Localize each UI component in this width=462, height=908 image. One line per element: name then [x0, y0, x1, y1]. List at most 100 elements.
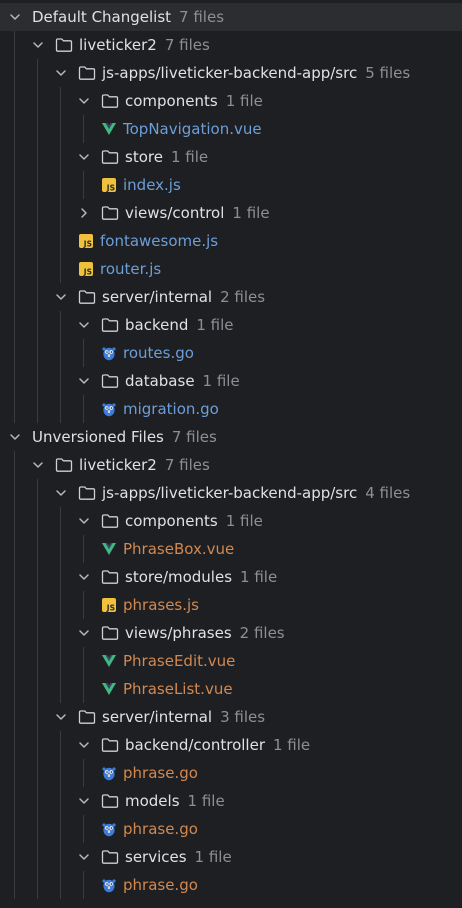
tree-folder[interactable]: liveticker2 7 files	[0, 31, 462, 59]
vue-file-icon	[101, 681, 117, 697]
javascript-file-icon: JS	[78, 233, 94, 249]
go-gopher-icon	[101, 765, 117, 781]
go-gopher-icon	[101, 821, 117, 837]
file-count: 1 file	[170, 148, 209, 166]
file-count: 1 file	[187, 792, 225, 810]
file-count: 1 file	[202, 372, 240, 390]
chevron-down-icon[interactable]	[31, 458, 45, 472]
file-count: 7 files	[164, 456, 210, 474]
file-count: 5 files	[365, 64, 411, 82]
tree-file[interactable]: phrase.go	[0, 815, 462, 843]
tree-file[interactable]: JS fontawesome.js	[0, 227, 462, 255]
folder-label: backend/controller	[125, 736, 265, 754]
tree-folder[interactable]: services 1 file	[0, 843, 462, 871]
tree-file[interactable]: phrase.go	[0, 871, 462, 899]
tree-file[interactable]: phrase.go	[0, 759, 462, 787]
folder-label: models	[125, 792, 180, 810]
folder-label: server/internal	[102, 708, 213, 726]
file-count: 1 file	[196, 316, 234, 334]
tree-folder[interactable]: components 1 file	[0, 87, 462, 115]
file-label: phrase.go	[123, 876, 198, 894]
tree-folder[interactable]: backend 1 file	[0, 311, 462, 339]
tree-folder[interactable]: server/internal 3 files	[0, 703, 462, 731]
tree-folder[interactable]: views/control 1 file	[0, 199, 462, 227]
changelist-name: Default Changelist	[32, 8, 172, 26]
file-label: phrase.go	[123, 820, 198, 838]
chevron-down-icon[interactable]	[77, 850, 91, 864]
tree-file[interactable]: TopNavigation.vue	[0, 115, 462, 143]
go-gopher-icon	[101, 401, 117, 417]
chevron-down-icon[interactable]	[31, 38, 45, 52]
chevron-down-icon[interactable]	[8, 10, 22, 24]
changelist-header[interactable]: Unversioned Files 7 files	[0, 423, 462, 451]
chevron-down-icon[interactable]	[54, 290, 68, 304]
tree-folder[interactable]: store/modules 1 file	[0, 563, 462, 591]
tree-folder[interactable]: models 1 file	[0, 787, 462, 815]
file-label: index.js	[123, 176, 181, 194]
go-gopher-icon	[101, 877, 117, 893]
chevron-down-icon[interactable]	[77, 94, 91, 108]
javascript-file-icon: JS	[101, 177, 117, 193]
tree-file[interactable]: PhraseList.vue	[0, 675, 462, 703]
file-label: PhraseBox.vue	[123, 540, 235, 558]
folder-label: store	[125, 148, 163, 166]
chevron-down-icon[interactable]	[77, 150, 91, 164]
vue-file-icon	[101, 653, 117, 669]
folder-icon	[101, 737, 119, 753]
folder-icon	[101, 149, 119, 165]
file-label: router.js	[100, 260, 162, 278]
tree-folder[interactable]: server/internal 2 files	[0, 283, 462, 311]
tree-file[interactable]: JS phrases.js	[0, 591, 462, 619]
chevron-right-icon[interactable]	[77, 206, 91, 220]
tree-folder[interactable]: views/phrases 2 files	[0, 619, 462, 647]
chevron-down-icon[interactable]	[54, 66, 68, 80]
changelist-name: Unversioned Files	[32, 428, 164, 446]
tree-folder[interactable]: database 1 file	[0, 367, 462, 395]
tree-file[interactable]: PhraseBox.vue	[0, 535, 462, 563]
tree-folder[interactable]: components 1 file	[0, 507, 462, 535]
chevron-down-icon[interactable]	[77, 626, 91, 640]
chevron-down-icon[interactable]	[77, 794, 91, 808]
folder-icon	[55, 457, 73, 473]
tree-folder[interactable]: store 1 file	[0, 143, 462, 171]
tree-file[interactable]: routes.go	[0, 339, 462, 367]
chevron-down-icon[interactable]	[77, 318, 91, 332]
file-count: 7 files	[179, 8, 225, 26]
file-count: 7 files	[164, 36, 210, 54]
folder-label: components	[125, 92, 218, 110]
folder-icon	[101, 625, 119, 641]
chevron-down-icon[interactable]	[77, 514, 91, 528]
chevron-down-icon[interactable]	[77, 570, 91, 584]
tree-file[interactable]: PhraseEdit.vue	[0, 647, 462, 675]
folder-label: backend	[125, 316, 189, 334]
folder-icon	[78, 485, 96, 501]
file-count: 1 file	[225, 92, 263, 110]
changes-tree: Default Changelist 7 files liveticker2 7 fi…	[0, 0, 462, 908]
file-label: migration.go	[123, 400, 219, 418]
chevron-down-icon[interactable]	[54, 710, 68, 724]
changelist-header[interactable]: Default Changelist 7 files	[0, 3, 462, 31]
file-count: 1 file	[225, 512, 263, 530]
chevron-down-icon[interactable]	[54, 486, 68, 500]
tree-file[interactable]: JS router.js	[0, 255, 462, 283]
vue-file-icon	[101, 541, 117, 557]
folder-label: store/modules	[125, 568, 233, 586]
tree-folder[interactable]: liveticker2 7 files	[0, 451, 462, 479]
folder-label: views/phrases	[125, 624, 232, 642]
tree-folder[interactable]: js-apps/liveticker-backend-app/src 4 file…	[0, 479, 462, 507]
tree-file[interactable]: JS index.js	[0, 171, 462, 199]
chevron-down-icon[interactable]	[77, 738, 91, 752]
svg-text:JS: JS	[83, 240, 92, 249]
tree-file[interactable]: migration.go	[0, 395, 462, 423]
file-count: 2 files	[220, 288, 266, 306]
folder-icon	[101, 513, 119, 529]
folder-icon	[78, 289, 96, 305]
chevron-down-icon[interactable]	[77, 374, 91, 388]
tree-folder[interactable]: backend/controller 1 file	[0, 731, 462, 759]
folder-label: database	[125, 372, 195, 390]
folder-icon	[101, 373, 119, 389]
tree-folder[interactable]: js-apps/liveticker-backend-app/src 5 file…	[0, 59, 462, 87]
folder-label: liveticker2	[79, 36, 157, 54]
folder-icon	[55, 37, 73, 53]
chevron-down-icon[interactable]	[8, 430, 22, 444]
